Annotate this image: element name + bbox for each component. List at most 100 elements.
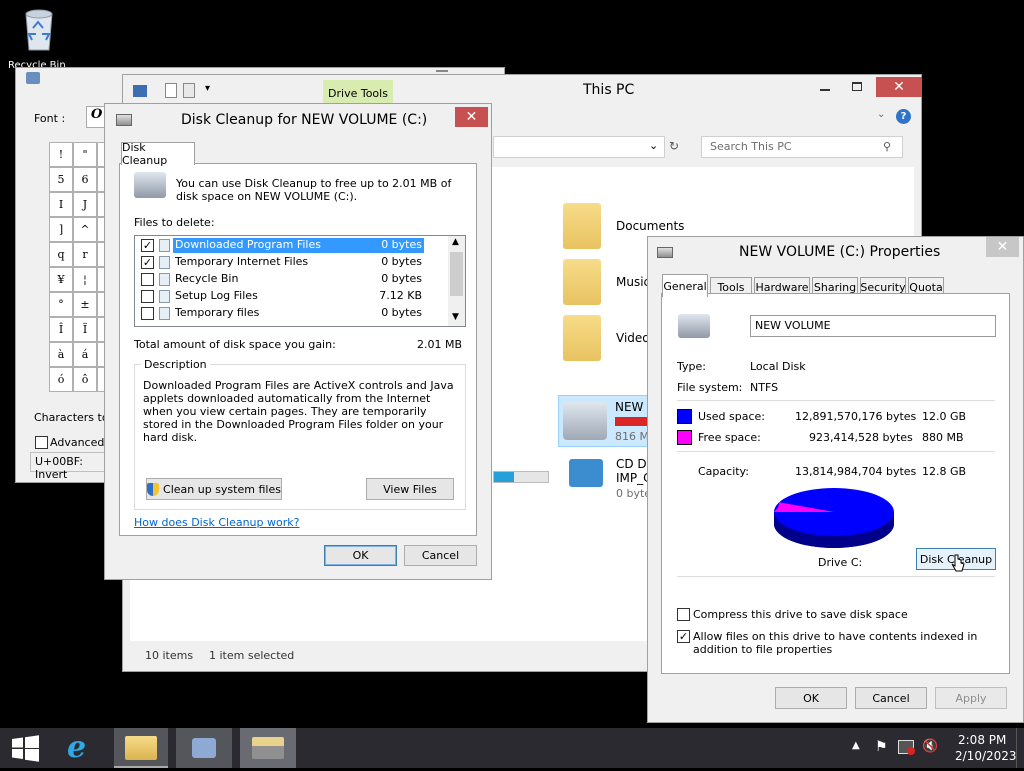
character-cell[interactable]: r: [73, 242, 97, 267]
file-category-row[interactable]: Recycle Bin 0 bytes: [135, 271, 448, 288]
properties-cancel-button[interactable]: Cancel: [855, 687, 927, 709]
cleanup-intro: You can use Disk Cleanup to free up to 2…: [176, 177, 452, 203]
character-cell[interactable]: ¦: [73, 267, 97, 292]
volume-muted-icon[interactable]: 🔇: [922, 739, 938, 754]
volume-name-input[interactable]: NEW VOLUME: [750, 315, 996, 337]
file-category-row[interactable]: Temporary files 0 bytes: [135, 305, 448, 322]
tab-disk-cleanup[interactable]: Disk Cleanup: [121, 141, 195, 167]
search-icon[interactable]: ⚲: [883, 140, 891, 153]
clock-time[interactable]: 2:08 PM: [958, 733, 1006, 747]
action-center-flag-icon[interactable]: ⚑: [875, 739, 888, 755]
search-input[interactable]: Search This PC: [701, 136, 903, 158]
cleanup-cancel-button[interactable]: Cancel: [404, 545, 477, 566]
properties-close-button[interactable]: ✕: [986, 237, 1019, 257]
free-space-bytes: 923,414,528 bytes: [809, 431, 913, 444]
allow-indexing-checkbox[interactable]: ✓: [677, 630, 690, 643]
character-cell[interactable]: Î: [49, 317, 73, 342]
address-dropdown-icon[interactable]: ⌄: [649, 139, 658, 152]
properties-ok-button[interactable]: OK: [775, 687, 847, 709]
drive-usage-bar: [615, 417, 649, 426]
quick-access-toolbar[interactable]: ▾: [133, 83, 223, 99]
file-category-checkbox[interactable]: [141, 307, 154, 320]
chevron-down-icon[interactable]: ▾: [205, 83, 210, 94]
character-cell[interactable]: ¥: [49, 267, 73, 292]
file-category-size: 0 bytes: [364, 238, 424, 253]
drive-free-text: 0 byte: [616, 487, 652, 500]
show-hidden-icons-icon[interactable]: ▲: [852, 740, 860, 751]
properties-icon[interactable]: [133, 85, 147, 97]
help-link[interactable]: How does Disk Cleanup work?: [134, 516, 299, 529]
file-category-checkbox[interactable]: [141, 273, 154, 286]
scroll-up-icon[interactable]: ▲: [452, 237, 459, 247]
character-cell[interactable]: 6: [73, 167, 97, 192]
help-icon[interactable]: ?: [896, 109, 911, 124]
file-category-checkbox[interactable]: ✓: [141, 239, 154, 252]
file-category-row[interactable]: ✓ Downloaded Program Files 0 bytes: [135, 237, 448, 254]
compress-drive-checkbox[interactable]: [677, 608, 690, 621]
files-to-delete-label: Files to delete:: [134, 216, 215, 229]
properties-apply-button[interactable]: Apply: [935, 687, 1007, 709]
ribbon-expand-icon[interactable]: ⌄: [877, 109, 885, 120]
cleanup-ok-button[interactable]: OK: [324, 545, 397, 566]
character-cell[interactable]: q: [49, 242, 73, 267]
maximize-icon[interactable]: [852, 82, 862, 91]
charmap-minimize-button[interactable]: [436, 70, 448, 72]
refresh-icon[interactable]: ↻: [669, 139, 679, 153]
disk-usage-pie: [774, 488, 894, 548]
file-category-checkbox[interactable]: [141, 290, 154, 303]
view-files-button[interactable]: View Files: [366, 478, 454, 500]
address-bar[interactable]: [493, 136, 665, 158]
network-icon[interactable]: [898, 740, 915, 755]
file-system-value: NTFS: [750, 381, 779, 394]
advanced-view-checkbox[interactable]: [35, 436, 48, 449]
disk-cleanup-taskbar-button[interactable]: [240, 728, 296, 768]
character-cell[interactable]: ó: [49, 367, 73, 392]
character-cell[interactable]: à: [49, 342, 73, 367]
file-category-row[interactable]: Setup Log Files 7.12 KB: [135, 288, 448, 305]
clean-up-system-files-button[interactable]: Clean up system files: [146, 478, 282, 500]
minimize-icon[interactable]: [820, 89, 830, 91]
files-list[interactable]: ✓ Downloaded Program Files 0 bytes ✓ Tempora…: [134, 235, 466, 327]
file-category-icon: [159, 273, 170, 286]
character-cell[interactable]: Ï: [73, 317, 97, 342]
character-cell[interactable]: ±: [73, 292, 97, 317]
file-category-name: Recycle Bin: [175, 272, 239, 285]
start-button[interactable]: [0, 728, 50, 768]
character-cell[interactable]: °: [49, 292, 73, 317]
disk-cleanup-dialog: Disk Cleanup for NEW VOLUME (C:) ✕ Disk …: [104, 103, 492, 580]
file-category-checkbox[interactable]: ✓: [141, 256, 154, 269]
file-category-row[interactable]: ✓ Temporary Internet Files 0 bytes: [135, 254, 448, 271]
character-cell[interactable]: ": [73, 142, 97, 167]
recycle-bin-icon[interactable]: [18, 6, 60, 54]
clock-date[interactable]: 2/10/2023: [955, 749, 1017, 763]
files-list-scrollbar[interactable]: ▲ ▼: [448, 236, 465, 326]
show-desktop-button[interactable]: [1016, 728, 1024, 768]
status-item-count: 10 items: [145, 649, 194, 662]
character-cell[interactable]: I: [49, 192, 73, 217]
character-cell[interactable]: 5: [49, 167, 73, 192]
internet-explorer-taskbar-button[interactable]: e: [56, 728, 106, 768]
character-cell[interactable]: J: [73, 192, 97, 217]
scroll-down-icon[interactable]: ▼: [452, 312, 459, 322]
file-category-size: 7.12 KB: [379, 289, 422, 302]
scroll-thumb[interactable]: [450, 252, 463, 296]
hard-drive-icon: [563, 402, 607, 440]
explorer-titlebar[interactable]: [123, 75, 921, 105]
capacity-bytes: 13,814,984,704 bytes: [795, 465, 917, 478]
character-cell[interactable]: ]: [49, 217, 73, 242]
character-cell[interactable]: ^: [73, 217, 97, 242]
new-folder-icon[interactable]: [183, 83, 195, 98]
character-cell[interactable]: á: [73, 342, 97, 367]
cleanup-close-button[interactable]: ✕: [455, 107, 488, 127]
drive-new-volume[interactable]: NEW V 816 M: [558, 395, 655, 447]
character-cell[interactable]: !: [49, 142, 73, 167]
character-cell[interactable]: ô: [73, 367, 97, 392]
file-category-name: Temporary files: [175, 306, 260, 319]
edit-icon[interactable]: [165, 83, 177, 98]
file-explorer-taskbar-button[interactable]: [114, 728, 168, 768]
drive-cd[interactable]: CD Dr IMP_C 0 byte: [563, 455, 653, 505]
explorer-close-button[interactable]: ✕: [876, 77, 922, 97]
tab-general[interactable]: General: [662, 274, 708, 297]
character-map-taskbar-button[interactable]: [176, 728, 232, 768]
file-category-size: 0 bytes: [381, 306, 422, 319]
